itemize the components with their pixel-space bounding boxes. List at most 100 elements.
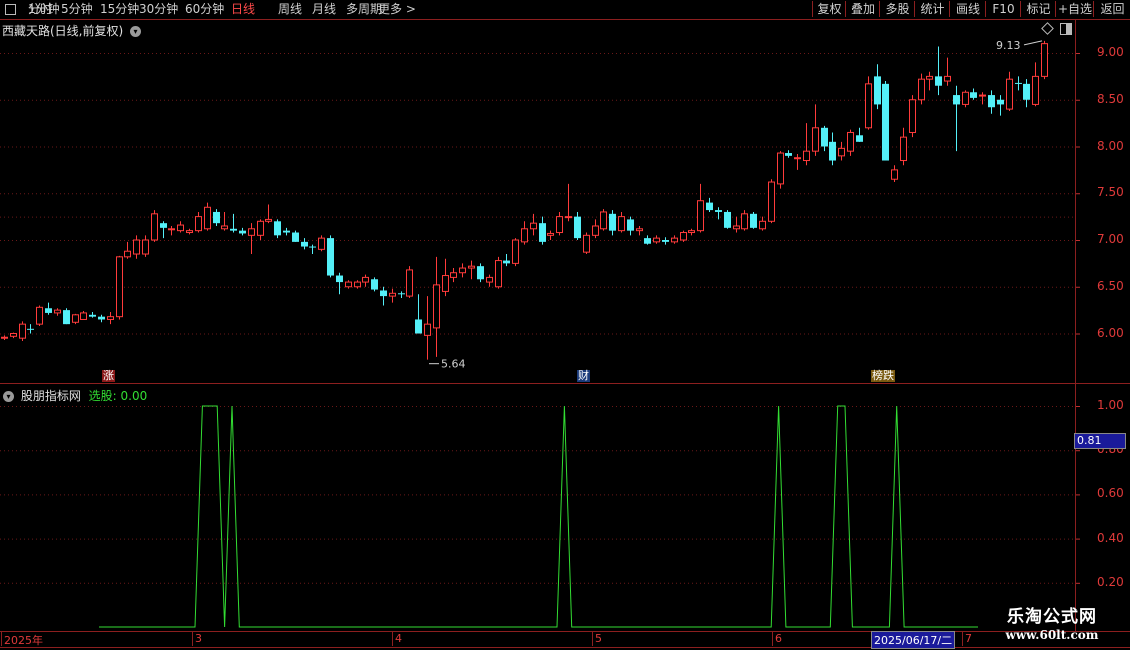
candle xyxy=(1006,71,1013,111)
candle xyxy=(36,305,43,327)
candle xyxy=(856,127,863,142)
candle xyxy=(1,335,8,341)
candle-body xyxy=(627,219,634,231)
candle-body xyxy=(724,211,731,228)
price-tick-label: 8.00 xyxy=(1097,138,1124,153)
candle-body xyxy=(653,237,660,243)
candle-body xyxy=(309,246,316,248)
candle-body xyxy=(688,230,695,234)
candle-body xyxy=(459,267,466,274)
candle xyxy=(521,221,528,245)
candle-body xyxy=(327,238,334,276)
candle-body xyxy=(680,232,687,241)
candle xyxy=(257,219,264,240)
date-tick-label: 4 xyxy=(395,632,402,645)
candle xyxy=(627,216,634,236)
candle xyxy=(785,150,792,158)
candle xyxy=(503,254,510,267)
candle xyxy=(565,183,572,222)
candle-body xyxy=(662,240,669,242)
event-marker-1[interactable]: 财 xyxy=(577,370,590,382)
candle xyxy=(89,311,96,318)
candle xyxy=(195,211,202,233)
candle xyxy=(433,256,440,357)
candle xyxy=(495,256,502,289)
candle xyxy=(371,277,378,292)
candle xyxy=(186,228,193,235)
candle-body xyxy=(1032,75,1039,105)
candle-body xyxy=(1006,78,1013,110)
candle xyxy=(838,141,845,161)
candle-body xyxy=(318,237,325,250)
candle-body xyxy=(415,319,422,334)
candle xyxy=(318,235,325,252)
candle xyxy=(988,90,995,114)
high-price-label: 9.13 xyxy=(996,39,1021,52)
candle-body xyxy=(970,92,977,98)
candle-body xyxy=(151,213,158,241)
candle xyxy=(221,211,228,231)
candle xyxy=(609,210,616,236)
candle xyxy=(865,76,872,130)
candle-body xyxy=(874,76,881,105)
chevron-down-icon[interactable]: ▾ xyxy=(3,391,14,402)
candle-body xyxy=(89,314,96,317)
candle xyxy=(468,260,475,280)
event-marker-0[interactable]: 涨 xyxy=(102,370,115,382)
candle-body xyxy=(195,216,202,232)
candle-body xyxy=(926,75,933,80)
candle xyxy=(979,92,986,105)
candle xyxy=(248,223,255,255)
price-tick-label: 7.50 xyxy=(1097,185,1124,200)
candle xyxy=(900,127,907,166)
candle-body xyxy=(124,250,131,258)
candle xyxy=(72,313,79,325)
candle xyxy=(539,216,546,245)
candle-body xyxy=(900,136,907,162)
candle-body xyxy=(547,232,554,236)
candle-body xyxy=(503,260,510,264)
candle-body xyxy=(27,328,34,330)
candle xyxy=(600,209,607,231)
candle xyxy=(918,73,925,105)
candle xyxy=(653,235,660,244)
candle-body xyxy=(204,206,211,230)
candle xyxy=(741,210,748,231)
candle xyxy=(706,197,713,212)
candle-body xyxy=(142,239,149,255)
candle xyxy=(997,95,1004,116)
candle-body xyxy=(433,284,440,329)
candle xyxy=(292,230,299,242)
candle-body xyxy=(539,223,546,242)
candle-body xyxy=(406,269,413,297)
candle xyxy=(583,232,590,255)
candle xyxy=(124,241,131,259)
candle-body xyxy=(336,275,343,283)
candle-body xyxy=(644,238,651,244)
candle xyxy=(962,90,969,108)
candle xyxy=(204,202,211,231)
candle-body xyxy=(777,152,784,185)
date-tick xyxy=(772,632,773,646)
candle-body xyxy=(821,127,828,147)
indicator-readout: 选股: 0.00 xyxy=(88,389,148,403)
candle-body xyxy=(371,279,378,290)
candle-body xyxy=(292,232,299,242)
price-tick-label: 8.50 xyxy=(1097,91,1124,106)
date-tick-label: 7 xyxy=(965,632,972,645)
candle xyxy=(636,225,643,236)
candle xyxy=(644,235,651,245)
candle xyxy=(380,286,387,306)
event-marker-2[interactable]: 榜跌 xyxy=(871,370,895,382)
signal-line xyxy=(99,405,978,628)
candle xyxy=(160,221,167,239)
high-arrow xyxy=(1023,40,1043,46)
candle-body xyxy=(609,213,616,231)
candle-body xyxy=(389,292,396,297)
candle-body xyxy=(116,256,123,318)
candle xyxy=(556,211,563,236)
date-tick xyxy=(392,632,393,646)
candle-body xyxy=(1041,43,1048,77)
candle xyxy=(398,291,405,298)
candle-body xyxy=(768,181,775,222)
